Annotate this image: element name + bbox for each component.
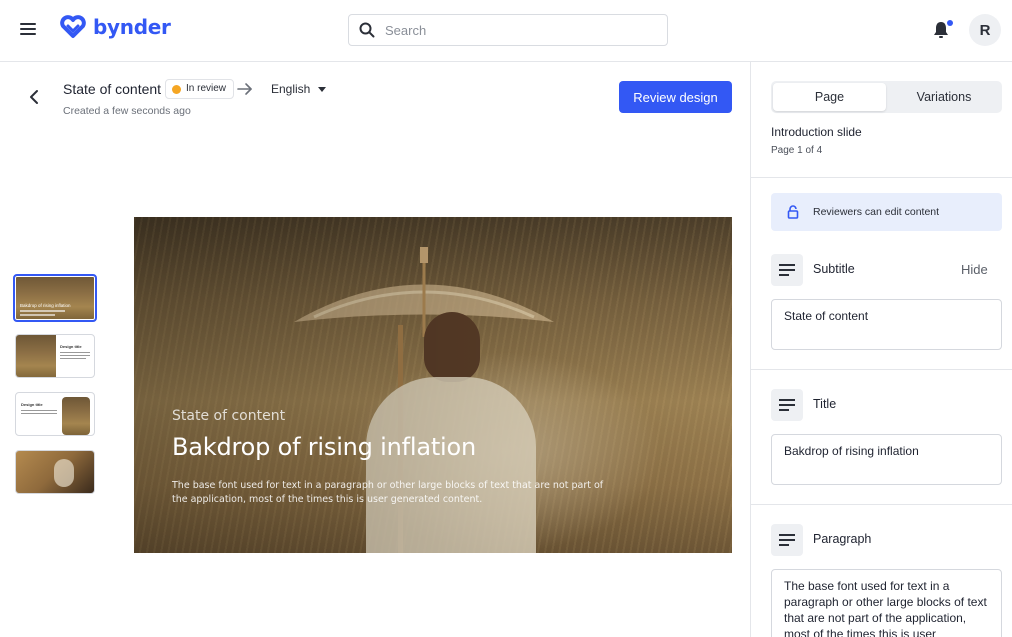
- title-field-label: Title: [813, 397, 837, 411]
- title-field[interactable]: Bakdrop of rising inflation: [771, 434, 1002, 485]
- created-timestamp: Created a few seconds ago: [63, 105, 191, 117]
- thumbnail-title: Bakdrop of rising inflation: [20, 303, 71, 308]
- thumbnail-text-line: [20, 310, 65, 312]
- thumbnail-title: Design title: [60, 344, 82, 349]
- search-icon: [359, 22, 375, 38]
- slide-subtitle: State of content: [172, 408, 286, 424]
- bynder-heart-icon: [60, 15, 86, 38]
- hide-subtitle-button[interactable]: Hide: [961, 262, 988, 277]
- page-thumbnail-4[interactable]: [15, 450, 95, 494]
- user-avatar[interactable]: R: [969, 14, 1001, 46]
- logo-text: bynder: [93, 15, 171, 39]
- divider: [751, 504, 1012, 505]
- language-label: English: [271, 82, 311, 96]
- divider: [751, 369, 1012, 370]
- page-thumbnail-3[interactable]: Design title: [15, 392, 95, 436]
- thumbnail-title: Design title: [21, 402, 43, 407]
- chevron-down-icon: [318, 86, 327, 92]
- page-thumbnail-1[interactable]: Bakdrop of rising inflation: [13, 274, 97, 322]
- thumbnail-text-line: [21, 410, 57, 411]
- divider: [751, 177, 1012, 178]
- tab-variations[interactable]: Variations: [888, 83, 1000, 111]
- hamburger-menu-icon[interactable]: [20, 23, 36, 37]
- panel-tabs: Page Variations: [771, 81, 1002, 113]
- slide-preview[interactable]: State of content Bakdrop of rising infla…: [134, 217, 732, 553]
- paragraph-field-label: Paragraph: [813, 532, 872, 546]
- subtitle-field[interactable]: State of content: [771, 299, 1002, 350]
- thumbnail-text-line: [21, 413, 57, 414]
- page-indicator: Page 1 of 4: [771, 145, 823, 156]
- bynder-logo[interactable]: bynder: [59, 15, 171, 39]
- slide-name: Introduction slide: [771, 125, 862, 139]
- arrow-right-icon[interactable]: [237, 81, 253, 97]
- status-badge: In review: [165, 79, 235, 99]
- thumbnail-text-line: [60, 358, 86, 359]
- text-align-icon: [771, 389, 803, 421]
- lock-icon: [787, 205, 799, 219]
- paragraph-field[interactable]: The base font used for text in a paragra…: [771, 569, 1002, 637]
- subtitle-field-label: Subtitle: [813, 262, 855, 276]
- slide-title: Bakdrop of rising inflation: [172, 433, 477, 461]
- thumbnail-image: [54, 459, 74, 487]
- top-bar: bynder R: [0, 0, 1012, 62]
- thumbnail-text-line: [60, 352, 90, 353]
- document-title: State of content: [63, 81, 162, 97]
- page-thumbnail-2[interactable]: Design title: [15, 334, 95, 378]
- review-design-button[interactable]: Review design: [619, 81, 732, 113]
- thumbnail-text-line: [60, 355, 90, 356]
- properties-panel: Page Variations Introduction slide Page …: [750, 62, 1012, 637]
- text-align-icon: [771, 524, 803, 556]
- notice-text: Reviewers can edit content: [813, 206, 940, 218]
- slide-paragraph: The base font used for text in a paragra…: [172, 480, 604, 505]
- text-align-icon: [771, 254, 803, 286]
- edit-permission-notice: Reviewers can edit content: [771, 193, 1002, 231]
- notification-dot: [947, 20, 953, 26]
- search-box[interactable]: [348, 14, 668, 46]
- search-input[interactable]: [385, 22, 645, 38]
- thumbnail-text-line: [20, 314, 55, 316]
- thumbnail-image: [16, 335, 56, 377]
- back-arrow-icon[interactable]: [26, 88, 44, 106]
- thumbnail-image: [62, 397, 90, 435]
- language-dropdown[interactable]: English: [271, 82, 327, 96]
- tab-page[interactable]: Page: [773, 83, 886, 111]
